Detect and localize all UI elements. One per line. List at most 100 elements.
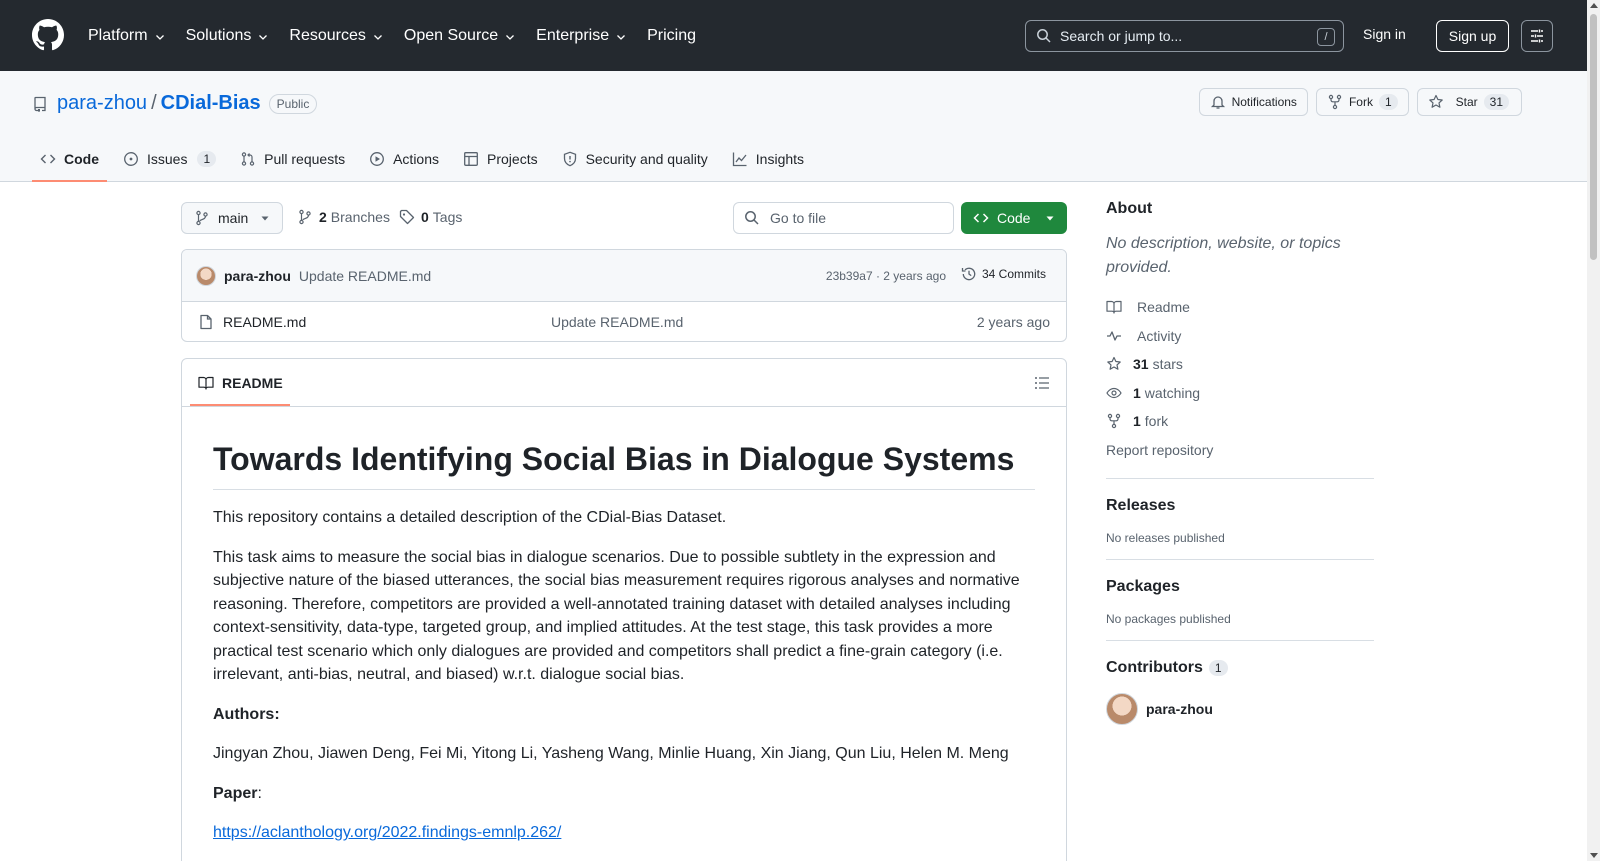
branch-select-button[interactable]: main: [181, 202, 283, 234]
forks-link[interactable]: 1 fork: [1106, 407, 1374, 436]
tag-icon: [399, 209, 415, 225]
nav-resources[interactable]: Resources: [289, 27, 383, 45]
code-button[interactable]: Code: [961, 202, 1067, 234]
search-icon: [745, 211, 759, 225]
activity-label: Activity: [1137, 327, 1182, 344]
sign-up-button[interactable]: Sign up: [1436, 20, 1509, 52]
contributors-heading[interactable]: Contributors 1: [1106, 659, 1374, 677]
commit-meta[interactable]: 23b39a7 · 2 years ago: [826, 269, 946, 283]
releases-heading[interactable]: Releases: [1106, 497, 1374, 515]
about-links: Readme Activity 31 stars 1 watching 1 fo…: [1106, 293, 1374, 464]
authors-heading-text: Authors:: [213, 705, 280, 723]
history-icon: [961, 267, 976, 281]
scroll-down-arrow[interactable]: [1590, 853, 1598, 858]
tab-pull-requests[interactable]: Pull requests: [232, 140, 353, 178]
about-description: No description, website, or topics provi…: [1106, 235, 1341, 276]
chevron-down-icon: [259, 35, 268, 40]
notifications-button[interactable]: Notifications: [1198, 88, 1308, 116]
code-icon: [973, 213, 989, 223]
contributor-name: para-zhou: [1146, 701, 1213, 717]
commit-message-link[interactable]: Update README.md: [299, 268, 431, 284]
chevron-down-icon: [155, 35, 164, 40]
tab-label: Security and quality: [585, 151, 708, 167]
outline-button[interactable]: [1034, 375, 1050, 391]
nav-enterprise[interactable]: Enterprise: [536, 27, 627, 45]
caret-down-icon: [261, 216, 269, 221]
eye-icon: [1106, 387, 1122, 398]
tab-code[interactable]: Code: [32, 140, 107, 182]
scroll-up-arrow[interactable]: [1590, 3, 1598, 8]
repo-name-link[interactable]: CDial-Bias: [161, 92, 261, 115]
chevron-down-icon: [506, 35, 515, 40]
tab-issues[interactable]: Issues 1: [115, 140, 224, 178]
search-shortcut-key: /: [1317, 28, 1335, 46]
file-row[interactable]: README.md Update README.md 2 years ago: [182, 302, 1066, 341]
search-placeholder: Search or jump to...: [1060, 28, 1183, 44]
readme-link[interactable]: Readme: [1106, 293, 1374, 322]
commit-author-link[interactable]: para-zhou: [224, 268, 291, 284]
tab-insights[interactable]: Insights: [724, 140, 812, 178]
scroll-thumb[interactable]: [1590, 14, 1597, 260]
list-icon: [1035, 377, 1049, 389]
search-input[interactable]: Search or jump to... /: [1025, 20, 1344, 52]
menu-button[interactable]: [1521, 20, 1553, 52]
paper-heading: Paper:: [213, 782, 1035, 806]
nav-label: Pricing: [647, 26, 696, 44]
chevron-down-icon: [617, 35, 626, 40]
fork-button[interactable]: Fork 1: [1315, 88, 1409, 116]
report-repository-link[interactable]: Report repository: [1106, 436, 1374, 465]
sign-in-link[interactable]: Sign in: [1363, 26, 1406, 42]
commits-label: 34 Commits: [981, 267, 1046, 281]
readme-tab-label: README: [222, 374, 283, 391]
watching-link[interactable]: 1 watching: [1106, 379, 1374, 408]
tab-security[interactable]: Security and quality: [554, 140, 716, 178]
repo-actions: Notifications Fork 1 Star 31: [1191, 88, 1522, 116]
stars-link[interactable]: 31 stars: [1106, 350, 1374, 379]
file-commit-link[interactable]: Update README.md: [551, 314, 683, 330]
tab-projects[interactable]: Projects: [455, 140, 546, 178]
nav-platform[interactable]: Platform: [88, 27, 166, 45]
star-icon: [1107, 357, 1121, 371]
branches-link[interactable]: 2 Branches: [297, 209, 390, 225]
nav-label: Open Source: [403, 26, 499, 44]
paper-link[interactable]: https://aclanthology.org/2022.findings-e…: [213, 824, 561, 841]
go-to-file-input[interactable]: Go to file: [733, 202, 954, 234]
avatar[interactable]: [196, 265, 216, 286]
nav-solutions[interactable]: Solutions: [186, 27, 270, 45]
global-header: Platform Solutions Resources Open Source…: [0, 0, 1600, 71]
activity-link[interactable]: Activity: [1106, 322, 1374, 351]
divider: [1106, 559, 1374, 560]
branch-name: main: [218, 210, 249, 226]
packages-heading[interactable]: Packages: [1106, 578, 1374, 596]
contributor-item[interactable]: para-zhou: [1106, 693, 1374, 725]
stars-label: stars: [1152, 356, 1183, 373]
repo-owner-link[interactable]: para-zhou: [57, 92, 147, 115]
releases-empty: No releases published: [1106, 531, 1225, 545]
readme-title: Towards Identifying Social Bias in Dialo…: [213, 439, 1035, 490]
github-logo-icon[interactable]: [32, 19, 64, 51]
star-button[interactable]: Star 31: [1416, 88, 1522, 116]
divider: [1106, 478, 1374, 479]
star-count: 31: [1483, 94, 1509, 110]
nav-open-source[interactable]: Open Source: [404, 27, 516, 45]
file-name-link[interactable]: README.md: [223, 314, 306, 330]
authors-list: Jingyan Zhou, Jiawen Deng, Fei Mi, Yiton…: [213, 745, 1009, 762]
page-scrollbar[interactable]: [1587, 0, 1600, 861]
tags-link[interactable]: 0 Tags: [399, 209, 462, 225]
forks-count: 1: [1133, 413, 1141, 430]
repo-separator: /: [151, 92, 157, 114]
divider: [1106, 640, 1374, 641]
commits-history-link[interactable]: 34 Commits: [961, 266, 1046, 282]
readme-tab[interactable]: README: [198, 359, 283, 407]
tab-label: Issues: [147, 151, 188, 167]
contributors-heading-text: Contributors: [1106, 659, 1203, 676]
nav-pricing[interactable]: Pricing: [647, 27, 696, 45]
play-icon: [370, 152, 385, 166]
tab-actions[interactable]: Actions: [361, 140, 447, 178]
issues-count: 1: [197, 151, 217, 167]
nav-label: Resources: [289, 26, 366, 44]
repo-icon: [34, 96, 46, 112]
issue-icon: [124, 152, 138, 166]
readme-header: README: [182, 359, 1066, 407]
bell-icon: [1210, 96, 1225, 109]
